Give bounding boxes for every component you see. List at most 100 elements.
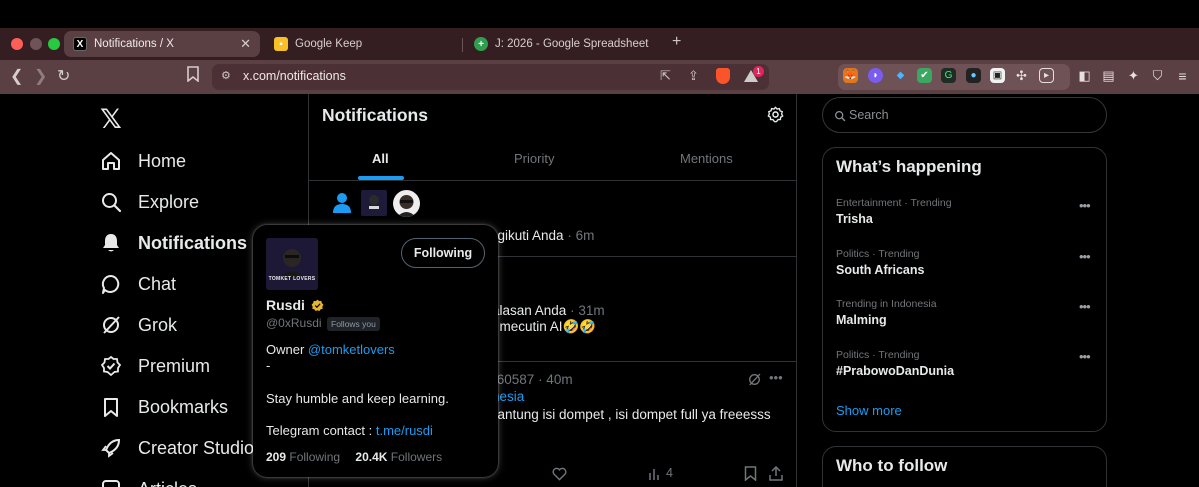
followers-stat[interactable]: 20.4K Followers	[355, 450, 442, 464]
more-options-icon[interactable]: •••	[1079, 299, 1091, 314]
sidebar-item-premium[interactable]: Premium	[100, 351, 210, 381]
fox-icon[interactable]: 🦊	[843, 68, 858, 83]
sidebar-item-label: Premium	[138, 355, 211, 376]
notification-body: t mecutin AI🤣🤣	[492, 319, 597, 334]
telegram-link[interactable]: t.me/rusdi	[376, 423, 433, 438]
x-logo-icon[interactable]: 𝕏	[100, 104, 122, 135]
tab-all[interactable]: All	[372, 151, 389, 166]
wallet-icon[interactable]: ▤	[1101, 68, 1116, 83]
shield-v-icon[interactable]: ✔	[917, 68, 932, 83]
sidebar-item-home[interactable]: Home	[100, 146, 186, 176]
tab-title: J: 2026 - Google Spreadsheet	[495, 38, 649, 50]
following-label: Following	[289, 450, 341, 464]
tab-mentions[interactable]: Mentions	[680, 151, 733, 166]
views-icon[interactable]	[648, 467, 662, 486]
diamond-icon[interactable]: ◆	[893, 68, 908, 83]
settings-gear-icon[interactable]	[767, 106, 784, 128]
tab-google-keep[interactable]: ▪ Google Keep	[265, 31, 455, 57]
share-icon[interactable]	[769, 465, 783, 486]
profile-handle[interactable]: @0xRusdi	[266, 316, 322, 330]
profile-stats: 209 Following 20.4K Followers	[266, 450, 442, 464]
sidebar-item-label: Chat	[138, 273, 177, 294]
bio-owner-link[interactable]: @tomketlovers	[308, 342, 395, 357]
following-stat[interactable]: 209 Following	[266, 450, 340, 464]
search-placeholder: Search	[849, 108, 889, 122]
profile-name-text: Rusdi	[266, 297, 305, 313]
brave-shield-icon[interactable]	[716, 68, 730, 84]
tab-title: Google Keep	[295, 38, 363, 50]
sidebar-item-articles[interactable]: Articles	[100, 474, 197, 487]
sidebar-item-chat[interactable]: Chat	[100, 269, 176, 299]
share-icon[interactable]: ⇪	[688, 68, 699, 84]
avatar[interactable]: TOMKET LOVERS	[266, 238, 318, 290]
bookmark-icon	[100, 396, 122, 418]
bell-icon	[100, 232, 122, 254]
sidebar-item-notifications[interactable]: Notifications	[100, 228, 247, 258]
puzzle-icon[interactable]: ✣	[1014, 68, 1029, 83]
tab-notifications[interactable]: X Notifications / X ✕	[64, 31, 260, 57]
trend-name: #PrabowoDanDunia	[836, 364, 955, 378]
tab-priority[interactable]: Priority	[514, 151, 554, 166]
whats-happening-title: What’s happening	[836, 157, 982, 176]
trend-name: Malming	[836, 313, 887, 327]
circle-icon[interactable]: ●	[966, 68, 981, 83]
following-button[interactable]: Following	[401, 238, 485, 268]
site-settings-icon[interactable]: ⚙	[221, 69, 231, 82]
open-external-icon[interactable]: ⇱	[660, 68, 671, 84]
trend-category: Politics · Trending	[836, 248, 920, 260]
active-tab-indicator	[358, 176, 404, 180]
menu-icon[interactable]: ≡	[1175, 68, 1190, 84]
more-options-icon[interactable]: •••	[1079, 198, 1091, 213]
spiral-icon[interactable]: G	[941, 68, 956, 83]
back-icon[interactable]: ❮	[10, 66, 23, 86]
close-icon[interactable]: ✕	[240, 36, 251, 52]
ghost-icon[interactable]: ◗	[868, 68, 883, 83]
rocket-icon	[100, 437, 122, 459]
sidebar-toggle-icon[interactable]: ◧	[1077, 68, 1092, 83]
more-options-icon[interactable]: •••	[769, 370, 783, 385]
minimize-window-button[interactable]	[30, 38, 42, 50]
trend-category: Politics · Trending	[836, 349, 920, 361]
search-input[interactable]: Search	[822, 97, 1107, 133]
avatar-text: TOMKET LOVERS	[268, 276, 316, 282]
forward-icon[interactable]: ❯	[34, 66, 47, 86]
sidebar-item-creator-studio[interactable]: Creator Studio	[100, 433, 254, 463]
who-to-follow-panel: Who to follow	[822, 446, 1107, 487]
search-icon	[834, 109, 846, 127]
search-icon	[100, 191, 122, 213]
profile-name[interactable]: Rusdi	[266, 297, 324, 315]
sidebar-item-explore[interactable]: Explore	[100, 187, 199, 217]
trend-category: Entertainment · Trending	[836, 197, 952, 209]
sidebar-item-grok[interactable]: Grok	[100, 310, 177, 340]
lock-icon[interactable]: ▣	[990, 68, 1005, 83]
post-header: k60587 · 40m	[490, 372, 573, 387]
avatar[interactable]	[393, 190, 420, 217]
grok-icon[interactable]	[747, 372, 762, 392]
tab-spreadsheet[interactable]: + J: 2026 - Google Spreadsheet	[465, 31, 665, 57]
close-window-button[interactable]	[11, 38, 23, 50]
notification-text: ngikuti Anda · 6m	[490, 228, 594, 243]
address-bar[interactable]: ⚙ x.com/notifications ⇱ ⇪ 1	[212, 64, 769, 90]
like-icon[interactable]	[552, 467, 567, 486]
more-options-icon[interactable]: •••	[1079, 349, 1091, 364]
sidebar-item-label: Grok	[138, 314, 178, 335]
page-title: Notifications	[322, 105, 428, 125]
bookmark-page-icon[interactable]	[186, 66, 200, 87]
keep-icon: ▪	[274, 37, 288, 51]
leo-ai-icon[interactable]: ✦	[1126, 68, 1141, 83]
more-options-icon[interactable]: •••	[1079, 249, 1091, 264]
show-more-link[interactable]: Show more	[836, 403, 902, 418]
reload-icon[interactable]: ↻	[57, 66, 70, 86]
bookmark-icon[interactable]	[744, 466, 757, 486]
maximize-window-button[interactable]	[48, 38, 60, 50]
vpn-icon[interactable]: ⛉	[1150, 68, 1165, 83]
rewards-badge: 1	[753, 66, 764, 77]
verified-icon	[100, 355, 122, 377]
media-icon[interactable]: ▸	[1039, 68, 1054, 83]
notification-tabs: All Priority Mentions	[309, 139, 796, 181]
sidebar-item-bookmarks[interactable]: Bookmarks	[100, 392, 228, 422]
bio-line: Stay humble and keep learning.	[266, 391, 449, 406]
sheets-icon: +	[474, 37, 488, 51]
new-tab-button[interactable]: +	[672, 33, 681, 51]
avatar[interactable]	[361, 190, 387, 216]
